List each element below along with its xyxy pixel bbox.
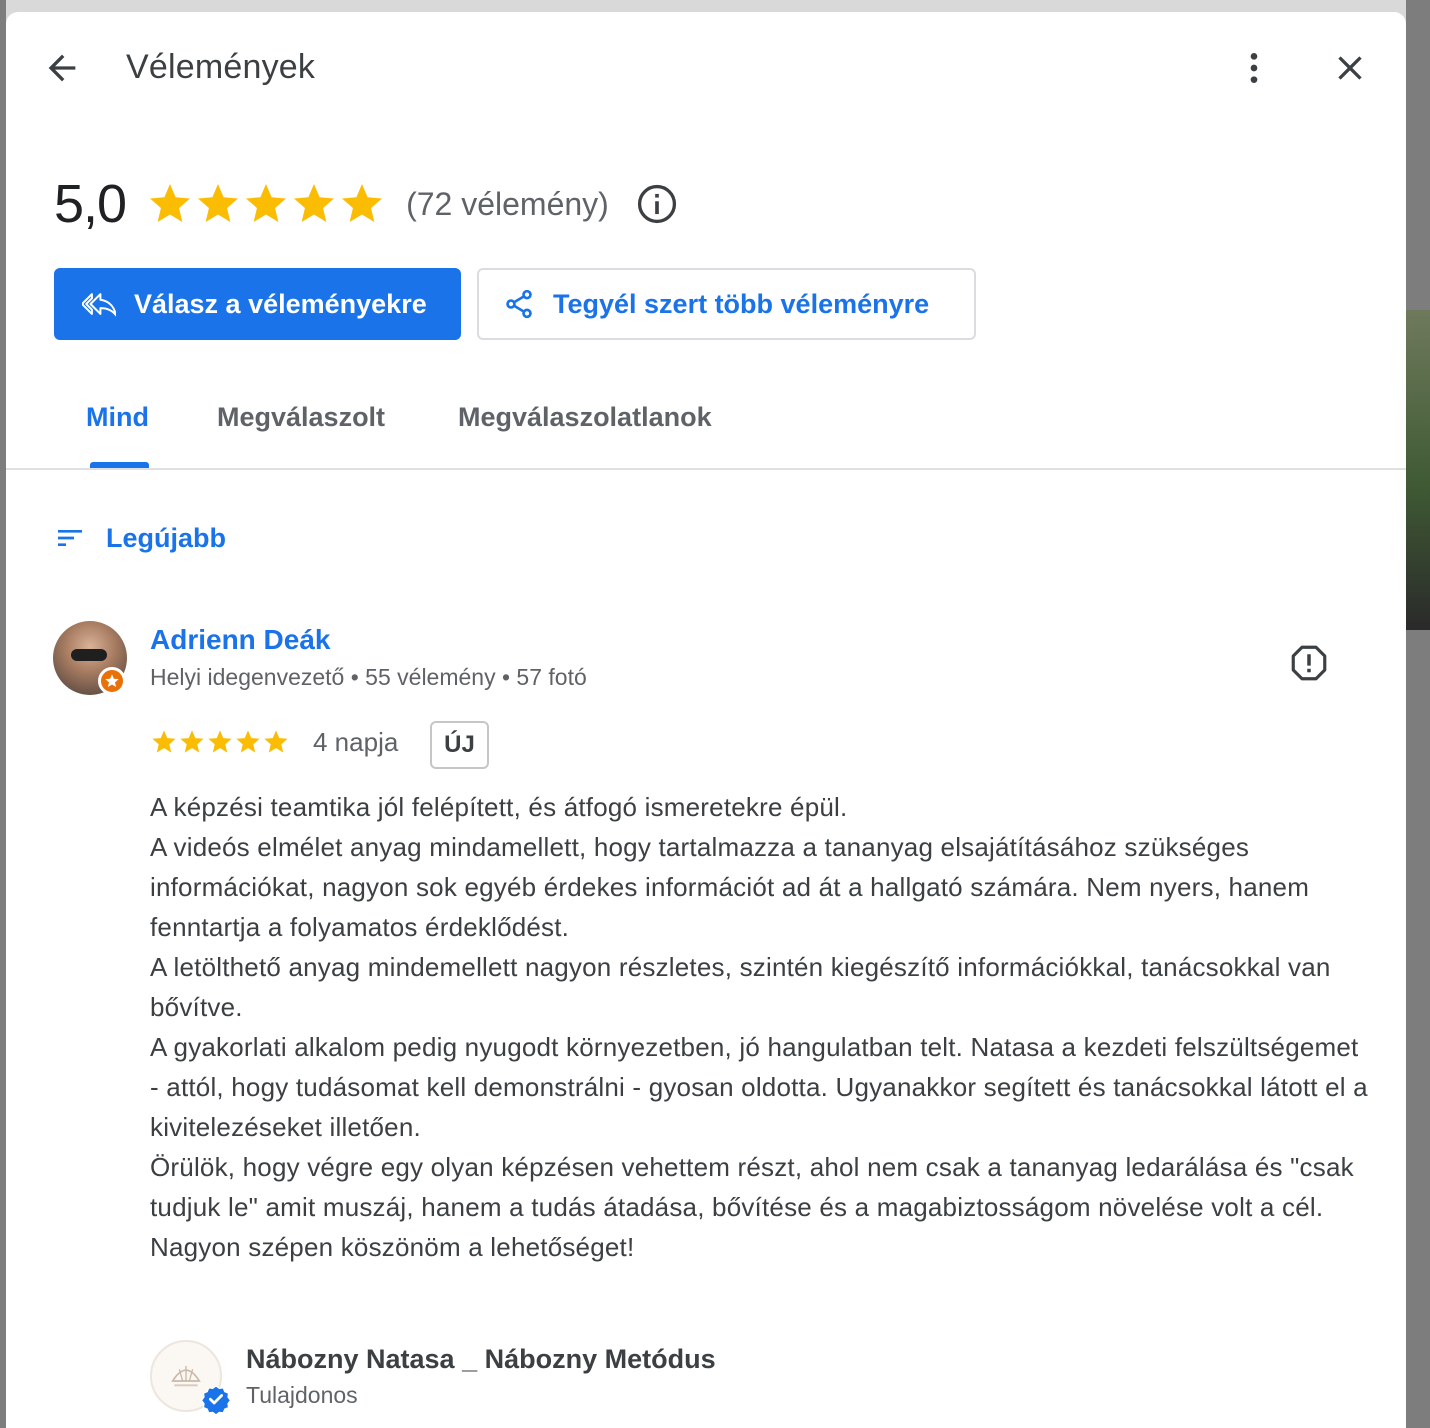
star-icon bbox=[152, 730, 176, 753]
star-icon bbox=[264, 730, 288, 753]
review-paragraph: Nagyon szépen köszönöm a lehetőséget! bbox=[150, 1232, 635, 1262]
report-review-button[interactable] bbox=[1284, 638, 1334, 688]
background-photo bbox=[1406, 310, 1430, 630]
star-icon bbox=[342, 184, 383, 222]
reply-to-reviews-button[interactable]: Válasz a véleményekre bbox=[54, 268, 461, 340]
info-icon bbox=[637, 184, 676, 224]
rating-summary: 5,0 (72 vélemény) bbox=[54, 172, 679, 236]
avatar-sunglasses bbox=[71, 649, 107, 661]
tab-answered[interactable]: Megválaszolt bbox=[217, 402, 385, 433]
tab-all[interactable]: Mind bbox=[86, 402, 149, 433]
review-paragraph: A képzési teamtika jól felépített, és át… bbox=[150, 792, 848, 822]
sort-button[interactable]: Legújabb bbox=[54, 518, 226, 558]
rating-stars bbox=[146, 180, 386, 228]
dialog-header: Vélemények bbox=[6, 12, 1406, 124]
sort-label: Legújabb bbox=[106, 522, 226, 553]
close-icon bbox=[1338, 56, 1362, 80]
review-tabs: Mind Megválaszolt Megválaszolatlanok bbox=[6, 388, 1406, 470]
review-paragraph: A gyakorlati alkalom pedig nyugodt körny… bbox=[150, 1032, 1368, 1142]
more-options-button[interactable] bbox=[1230, 44, 1278, 92]
review-age: 4 napja bbox=[313, 727, 399, 757]
star-icon bbox=[208, 730, 232, 753]
star-icon bbox=[246, 184, 287, 222]
info-button[interactable] bbox=[635, 182, 679, 226]
reviewer-meta: Helyi idegenvezető • 55 vélemény • 57 fo… bbox=[150, 664, 587, 690]
shell-logo-icon bbox=[171, 1366, 201, 1387]
star-icon bbox=[236, 730, 260, 753]
reply-to-reviews-label: Válasz a véleményekre bbox=[134, 288, 427, 319]
reply-all-icon bbox=[82, 287, 116, 321]
more-vert-icon bbox=[1250, 53, 1258, 83]
review-paragraph: Örülök, hogy végre egy olyan képzésen ve… bbox=[150, 1152, 1354, 1222]
get-more-reviews-button[interactable]: Tegyél szert több véleményre bbox=[477, 268, 976, 340]
star-icon bbox=[198, 184, 239, 222]
dialog-title: Vélemények bbox=[126, 48, 316, 86]
star-icon bbox=[294, 184, 335, 222]
star-icon bbox=[150, 184, 191, 222]
get-more-reviews-label: Tegyél szert több véleményre bbox=[553, 288, 930, 319]
review-count: (72 vélemény) bbox=[406, 185, 609, 222]
close-button[interactable] bbox=[1326, 44, 1374, 92]
review-paragraph: A videós elmélet anyag mindamellett, hog… bbox=[150, 832, 1310, 942]
owner-name: Nábozny Natasa _ Nábozny Metódus bbox=[246, 1344, 716, 1374]
review-stars bbox=[150, 728, 290, 756]
owner-role: Tulajdonos bbox=[246, 1382, 358, 1408]
star-icon bbox=[180, 730, 204, 753]
sort-icon bbox=[54, 522, 86, 554]
review-paragraph: A letölthető anyag mindemellett nagyon r… bbox=[150, 952, 1331, 1022]
report-icon bbox=[1291, 645, 1327, 681]
arrow-left-icon bbox=[48, 54, 76, 82]
reviewer-name[interactable]: Adrienn Deák bbox=[150, 624, 331, 656]
new-badge: ÚJ bbox=[430, 721, 489, 769]
active-tab-indicator bbox=[90, 462, 149, 468]
share-icon bbox=[503, 288, 535, 320]
background-right-edge bbox=[1406, 0, 1430, 1428]
verified-check-icon bbox=[201, 1384, 231, 1414]
local-guide-badge-icon bbox=[98, 667, 126, 695]
reviews-dialog: Vélemények 5,0 (72 vélemény) Válasz a vé… bbox=[6, 12, 1406, 1428]
tab-unanswered[interactable]: Megválaszolatlanok bbox=[458, 402, 712, 433]
back-button[interactable] bbox=[38, 44, 86, 92]
rating-value: 5,0 bbox=[54, 174, 127, 234]
review-text: A képzési teamtika jól felépített, és át… bbox=[150, 787, 1370, 1267]
